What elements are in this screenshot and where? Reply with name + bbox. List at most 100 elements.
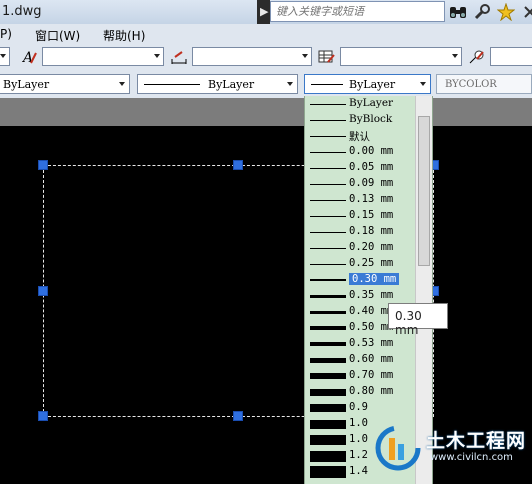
table-style-icon[interactable]: [317, 47, 337, 66]
watermark: 土木工程网 www.civilcn.com: [374, 406, 532, 484]
lineweight-option[interactable]: 0.80 mm: [305, 384, 415, 400]
lineweight-option-label: 1.2: [349, 449, 368, 461]
plotstyle-dropdown[interactable]: BYCOLOR: [436, 74, 532, 94]
lineweight-preview: [311, 84, 343, 85]
lineweight-swatch: [310, 216, 346, 217]
multileader-style-icon[interactable]: [467, 47, 487, 66]
lineweight-option[interactable]: 0.25 mm: [305, 256, 415, 272]
scrollbar-thumb[interactable]: [418, 116, 430, 266]
lineweight-option[interactable]: 0.00 mm: [305, 144, 415, 160]
lineweight-value: ByLayer: [349, 78, 396, 91]
lineweight-option[interactable]: ByLayer: [305, 96, 415, 112]
styles-toolbar: A: [0, 44, 532, 71]
watermark-url: www.civilcn.com: [430, 452, 513, 463]
lineweight-swatch: [310, 120, 346, 121]
lineweight-swatch: [310, 311, 346, 314]
lineweight-swatch: [310, 373, 346, 379]
dimension-style-dropdown[interactable]: [192, 47, 312, 66]
lineweight-option[interactable]: 0.09 mm: [305, 176, 415, 192]
lineweight-option-label: 1.0: [349, 417, 368, 429]
plotstyle-value: BYCOLOR: [445, 79, 497, 90]
lineweight-swatch: [310, 342, 346, 346]
lineweight-option[interactable]: 0.13 mm: [305, 192, 415, 208]
lineweight-swatch: [310, 104, 346, 105]
lineweight-option-label: 0.60 mm: [349, 353, 394, 365]
lineweight-swatch: [310, 389, 346, 396]
binoculars-icon[interactable]: [448, 2, 468, 21]
text-style-dropdown[interactable]: [42, 47, 164, 66]
lineweight-dropdown[interactable]: ByLayer: [304, 74, 431, 94]
chevron-down-icon: [420, 82, 426, 86]
lineweight-option-label: 0.18 mm: [349, 225, 394, 237]
star-icon[interactable]: [496, 2, 516, 21]
lineweight-option-label: 0.50 mm: [349, 321, 394, 333]
lineweight-option-label: 0.70 mm: [349, 369, 394, 381]
lineweight-option-label: 0.53 mm: [349, 337, 394, 349]
lineweight-swatch: [310, 279, 346, 281]
lineweight-option-label: 0.80 mm: [349, 385, 394, 397]
lineweight-option[interactable]: 0.20 mm: [305, 240, 415, 256]
chevron-down-icon: [287, 82, 293, 86]
lineweight-swatch: [310, 136, 346, 137]
lineweight-swatch: [310, 295, 346, 298]
menu-item-help[interactable]: 帮助(H): [103, 27, 145, 44]
expand-arrow-icon: ▶: [260, 5, 269, 18]
wrench-icon[interactable]: [472, 2, 492, 21]
style-dropdown-partial[interactable]: [0, 47, 10, 66]
lineweight-tooltip: 0.30 mm: [388, 303, 448, 337]
chevron-down-icon: [452, 54, 458, 58]
lineweight-swatch: [310, 435, 346, 445]
lineweight-option-label: 0.35 mm: [349, 289, 394, 301]
tooltip-text: 0.30 mm: [395, 309, 422, 337]
search-input[interactable]: [274, 2, 443, 21]
lineweight-option-label: 0.05 mm: [349, 161, 394, 173]
color-dropdown[interactable]: ByLayer: [0, 74, 130, 94]
grip-top-left[interactable]: [38, 160, 48, 170]
menu-bar: P) 窗口(W) 帮助(H): [0, 24, 532, 45]
lineweight-option[interactable]: 0.60 mm: [305, 352, 415, 368]
lineweight-option-label: 0.40 mm: [349, 305, 394, 317]
infocenter-expand-button[interactable]: ▶: [257, 0, 270, 24]
lineweight-swatch: [310, 184, 346, 185]
lineweight-option[interactable]: 默认: [305, 128, 415, 144]
lineweight-option[interactable]: 0.15 mm: [305, 208, 415, 224]
lineweight-option-label: ByLayer: [349, 97, 394, 109]
lineweight-option[interactable]: 0.18 mm: [305, 224, 415, 240]
lineweight-swatch: [310, 466, 346, 478]
window-title: 1.dwg: [2, 4, 42, 19]
lineweight-option-label: 默认: [349, 131, 370, 143]
linetype-value: ByLayer: [208, 78, 255, 91]
lineweight-option-label: ByBlock: [349, 113, 393, 125]
lineweight-swatch: [310, 326, 346, 330]
lineweight-option-label: 0.09 mm: [349, 177, 394, 189]
lineweight-swatch: [310, 420, 346, 429]
multileader-style-dropdown[interactable]: [490, 47, 532, 66]
grip-middle-left[interactable]: [38, 286, 48, 296]
linetype-dropdown[interactable]: ByLayer: [137, 74, 298, 94]
lineweight-swatch: [310, 232, 346, 233]
title-bar: 1.dwg ▶: [0, 0, 532, 24]
lineweight-swatch: [310, 200, 346, 201]
lineweight-option-label: 0.00 mm: [349, 145, 394, 157]
lineweight-option[interactable]: 0.35 mm: [305, 288, 415, 304]
lineweight-swatch: [310, 264, 346, 265]
lineweight-option-label: 0.25 mm: [349, 257, 394, 269]
lineweight-option[interactable]: 0.05 mm: [305, 160, 415, 176]
table-style-dropdown[interactable]: [340, 47, 462, 66]
grip-bottom-middle[interactable]: [233, 411, 243, 421]
lineweight-option[interactable]: 0.70 mm: [305, 368, 415, 384]
text-style-icon[interactable]: A: [19, 47, 39, 66]
watermark-name: 土木工程网: [426, 430, 527, 452]
chevron-down-icon: [302, 54, 308, 58]
search-box[interactable]: [270, 1, 445, 22]
menu-item-window[interactable]: 窗口(W): [35, 27, 80, 44]
lineweight-option[interactable]: ByBlock: [305, 112, 415, 128]
lineweight-swatch: [310, 451, 346, 462]
grip-top-middle[interactable]: [233, 160, 243, 170]
lineweight-option[interactable]: 0.53 mm: [305, 336, 415, 352]
close-icon[interactable]: [520, 2, 532, 21]
grip-bottom-left[interactable]: [38, 411, 48, 421]
menu-item-parametric[interactable]: P): [0, 27, 12, 41]
lineweight-option[interactable]: 0.30 mm: [305, 272, 415, 288]
dimension-style-icon[interactable]: [169, 47, 189, 66]
